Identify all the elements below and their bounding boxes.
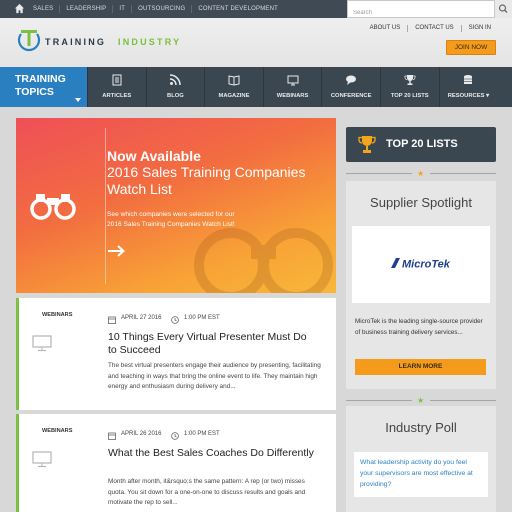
- training-topics-label-1: TRAINING: [15, 73, 66, 85]
- star-divider: ★: [346, 396, 496, 405]
- utility-nav: ABOUT US CONTACT US SIGN IN: [363, 25, 498, 32]
- search-button[interactable]: [495, 0, 512, 18]
- supplier-spotlight: Supplier Spotlight MicroTek MicroTek is …: [346, 181, 496, 389]
- supplier-description: MicroTek is the leading single-source pr…: [355, 318, 483, 336]
- article-date: APRIL 26 2016: [121, 431, 162, 437]
- search-icon: [498, 4, 508, 13]
- topic-link-it[interactable]: IT: [112, 5, 131, 13]
- binoculars-icon: [30, 194, 76, 220]
- article-time: 1:00 PM EST: [184, 431, 220, 437]
- top-bar: SALES LEADERSHIP IT OUTSOURCING CONTENT …: [0, 0, 512, 21]
- main-nav: TRAINING TOPICS ARTICLES BLOG MAGAZINE W…: [0, 67, 512, 107]
- monitor-icon: [32, 335, 52, 352]
- about-us-link[interactable]: ABOUT US: [363, 25, 408, 32]
- clock-icon: [171, 316, 179, 324]
- nav-item-webinars[interactable]: WEBINARS: [262, 67, 322, 107]
- nav-item-top-20-lists[interactable]: TOP 20 LISTS: [379, 67, 439, 107]
- article-excerpt: The best virtual presenters engage their…: [108, 362, 321, 390]
- nav-label: RESOURCES ▾: [447, 93, 489, 99]
- trophy-icon: [404, 75, 416, 85]
- nav-label: WEBINARS: [276, 93, 309, 99]
- microtek-logo: MicroTek: [391, 258, 451, 271]
- article-title[interactable]: 10 Things Every Virtual Presenter Must D…: [108, 331, 318, 357]
- join-now-button[interactable]: JOIN NOW: [446, 40, 496, 55]
- monitor-icon: [287, 75, 299, 86]
- nav-label: CONFERENCE: [330, 93, 372, 99]
- article-category: WEBINARS: [42, 428, 73, 434]
- nav-item-blog[interactable]: BLOG: [145, 67, 205, 107]
- site-header: TRAINING INDUSTRY ABOUT US CONTACT US SI…: [0, 18, 512, 67]
- calendar-icon: [108, 432, 116, 440]
- topic-link-sales[interactable]: SALES: [30, 5, 59, 13]
- supplier-logo[interactable]: MicroTek: [352, 226, 490, 303]
- calendar-icon: [108, 316, 116, 324]
- supplier-logo-text: MicroTek: [402, 259, 451, 271]
- book-icon: [228, 75, 240, 86]
- article-excerpt: Month after month, it&rsquo;s the same p…: [108, 478, 306, 506]
- caret-down-icon: [75, 98, 81, 102]
- logo-word-industry: INDUSTRY: [118, 37, 182, 47]
- industry-poll: Industry Poll What leadership activity d…: [346, 406, 496, 512]
- arrow-right-icon[interactable]: [107, 245, 125, 257]
- training-topics-menu[interactable]: TRAINING TOPICS: [0, 67, 87, 107]
- contact-us-link[interactable]: CONTACT US: [407, 25, 460, 32]
- search-box: [347, 0, 495, 21]
- star-icon: ★: [417, 396, 425, 405]
- nav-item-articles[interactable]: ARTICLES: [87, 67, 146, 107]
- articles-icon: [112, 74, 122, 86]
- training-industry-logo-icon: [17, 30, 41, 52]
- top-20-lists-label: TOP 20 LISTS: [386, 138, 458, 150]
- nav-label: MAGAZINE: [218, 93, 250, 99]
- industry-poll-heading: Industry Poll: [385, 420, 457, 435]
- supplier-spotlight-heading: Supplier Spotlight: [370, 195, 472, 210]
- home-icon[interactable]: [14, 3, 25, 14]
- article-date: APRIL 27 2016: [121, 315, 162, 321]
- hero-subheading: 2016 Sales Training Companies Watch List: [107, 164, 306, 197]
- clock-icon: [171, 432, 179, 440]
- hero-divider: [105, 128, 106, 284]
- star-divider: ★: [346, 169, 496, 178]
- nav-item-conference[interactable]: CONFERENCE: [321, 67, 380, 107]
- topic-link-leadership[interactable]: LEADERSHIP: [59, 5, 112, 13]
- hero-banner[interactable]: Now Available 2016 Sales Training Compan…: [16, 118, 336, 293]
- article-card[interactable]: WEBINARS APRIL 27 2016 1:00 PM EST 10 Th…: [16, 298, 336, 410]
- learn-more-button[interactable]: LEARN MORE: [355, 359, 486, 375]
- article-category: WEBINARS: [42, 312, 73, 318]
- topic-link-content-development[interactable]: CONTENT DEVELOPMENT: [191, 5, 284, 13]
- hero-text: See which companies were selected for ou…: [107, 211, 235, 228]
- sign-in-link[interactable]: SIGN IN: [460, 25, 498, 32]
- star-icon: ★: [417, 169, 425, 178]
- poll-question[interactable]: What leadership activity do you feel you…: [354, 452, 488, 497]
- hero-heading: Now Available: [107, 148, 201, 164]
- trophy-icon: [358, 136, 376, 153]
- top-20-lists-button[interactable]: TOP 20 LISTS: [346, 127, 496, 162]
- rss-icon: [170, 74, 182, 86]
- article-card[interactable]: WEBINARS APRIL 26 2016 1:00 PM EST What …: [16, 414, 336, 512]
- logo-word-training: TRAINING: [45, 37, 107, 47]
- nav-label: ARTICLES: [102, 93, 132, 99]
- article-title[interactable]: What the Best Sales Coaches Do Different…: [108, 447, 318, 460]
- monitor-icon: [32, 451, 52, 468]
- nav-label: TOP 20 LISTS: [390, 93, 429, 99]
- site-logo[interactable]: TRAINING INDUSTRY: [15, 28, 215, 54]
- nav-item-magazine[interactable]: MAGAZINE: [204, 67, 263, 107]
- chat-icon: [346, 75, 357, 85]
- topic-nav: SALES LEADERSHIP IT OUTSOURCING CONTENT …: [30, 0, 284, 18]
- nav-item-resources[interactable]: RESOURCES ▾: [438, 67, 498, 107]
- nav-label: BLOG: [167, 93, 184, 99]
- database-icon: [464, 75, 473, 84]
- topic-link-outsourcing[interactable]: OUTSOURCING: [131, 5, 191, 13]
- article-time: 1:00 PM EST: [184, 315, 220, 321]
